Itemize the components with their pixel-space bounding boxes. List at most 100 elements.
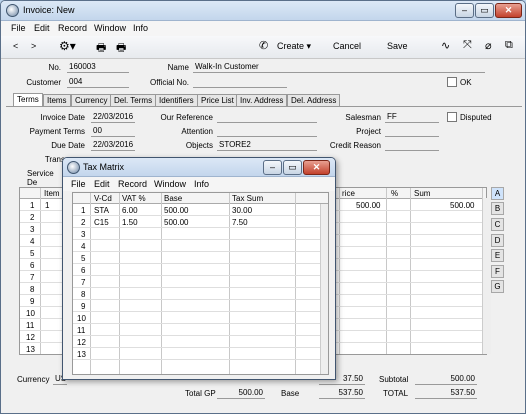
activity-icon[interactable]: ∿ <box>441 39 450 52</box>
grid-scrollbar[interactable] <box>482 198 491 354</box>
tab-terms[interactable]: Terms <box>13 93 43 107</box>
salesman-field[interactable]: FF <box>385 111 439 123</box>
grid-cell-item[interactable]: 1 <box>45 201 49 210</box>
tax-matrix-row-number: 4 <box>81 242 86 251</box>
tax-matrix-window: Tax Matrix – ▭ ✕ File Edit Record Window… <box>62 157 336 380</box>
no-field[interactable]: 160003 <box>67 61 129 73</box>
tax-matrix-cell-vat[interactable]: 1.50 <box>122 218 138 227</box>
grid-header-sum: Sum <box>414 189 431 198</box>
tax-matrix-title-bar: Tax Matrix – ▭ ✕ <box>63 158 335 177</box>
print-preview-icon[interactable]: 🖶 <box>116 39 126 58</box>
disputed-checkbox[interactable] <box>447 112 457 122</box>
grid-row-number: 13 <box>26 345 35 354</box>
salesman-label: Salesman <box>345 113 381 122</box>
close-button[interactable]: ✕ <box>495 3 522 18</box>
tax-matrix-cell-vcd[interactable]: C15 <box>94 218 109 227</box>
attachment-icon[interactable]: ⌀ <box>485 39 492 52</box>
save-button[interactable]: Save <box>387 41 408 51</box>
title-bar: Invoice: New – ▭ ✕ <box>1 1 525 21</box>
project-field[interactable] <box>385 125 439 137</box>
our-reference-field[interactable] <box>217 111 317 123</box>
ok-checkbox[interactable] <box>447 77 457 87</box>
tax-matrix-menu-window[interactable]: Window <box>154 179 186 189</box>
prev-record-button[interactable]: < <box>13 41 18 51</box>
grid-row-number: 11 <box>26 321 35 330</box>
cancel-button[interactable]: Cancel <box>333 41 361 51</box>
invoice-date-field[interactable]: 22/03/2016 <box>91 111 135 123</box>
credit-reason-label: Credit Reason <box>329 141 381 150</box>
customer-field[interactable]: 004 <box>67 76 129 88</box>
next-record-button[interactable]: > <box>31 41 36 51</box>
tax-matrix-menu-file[interactable]: File <box>71 179 86 189</box>
side-tab-g[interactable]: G <box>491 280 504 293</box>
service-label: Service De <box>27 169 54 187</box>
tax-matrix-minimize-button[interactable]: – <box>263 160 282 175</box>
due-date-field[interactable]: 22/03/2016 <box>91 139 135 151</box>
currency-label: Currency <box>17 375 50 384</box>
grid-row-number: 2 <box>30 213 35 222</box>
credit-reason-field[interactable] <box>385 139 439 151</box>
tax-matrix-cell-tax-sum[interactable]: 30.00 <box>232 206 252 215</box>
menu-edit[interactable]: Edit <box>34 23 50 33</box>
tax-matrix-header: V-Cd VAT % Base Tax Sum <box>73 193 328 204</box>
tax-matrix-cell-vat[interactable]: 6.00 <box>122 206 138 215</box>
objects-field[interactable]: STORE2 <box>217 139 317 151</box>
tax-matrix-row-number: 7 <box>81 278 86 287</box>
side-tab-e[interactable]: E <box>491 249 504 262</box>
resize-icon[interactable]: ⤧ <box>463 39 472 52</box>
attention-label: Attention <box>181 127 213 136</box>
tax-matrix-cell-tax-sum[interactable]: 7.50 <box>232 218 248 227</box>
tax-matrix-cell-base[interactable]: 500.00 <box>164 206 188 215</box>
side-tab-d[interactable]: D <box>491 234 504 247</box>
tax-matrix-menu-info[interactable]: Info <box>194 179 209 189</box>
tax-matrix-scrollbar[interactable] <box>320 204 328 374</box>
tax-matrix-menu-record[interactable]: Record <box>118 179 147 189</box>
grid-header-price: rice <box>342 189 355 198</box>
menu-info[interactable]: Info <box>133 23 148 33</box>
our-reference-label: Our Reference <box>160 113 213 122</box>
objects-label: Objects <box>185 141 213 150</box>
grid-row-number: 8 <box>30 285 35 294</box>
create-button[interactable]: Create ▾ <box>277 41 311 52</box>
tax-matrix-row-number: 6 <box>81 266 86 275</box>
tax-matrix-header-base: Base <box>164 194 183 203</box>
tax-matrix-maximize-button[interactable]: ▭ <box>283 160 302 175</box>
tax-matrix-menu-edit[interactable]: Edit <box>94 179 110 189</box>
menu-record[interactable]: Record <box>58 23 87 33</box>
menu-window[interactable]: Window <box>94 23 126 33</box>
tax-matrix-cell-base[interactable]: 500.00 <box>164 218 188 227</box>
grid-cell-price[interactable]: 500.00 <box>356 201 380 210</box>
grid-cell-sum[interactable]: 500.00 <box>450 201 474 210</box>
tax-matrix-close-button[interactable]: ✕ <box>303 160 330 175</box>
total-gp-label: Total GP <box>185 389 216 398</box>
payment-terms-field[interactable]: 00 <box>91 125 135 137</box>
side-tab-a[interactable]: A <box>491 187 504 200</box>
ok-label: OK <box>460 78 472 87</box>
minimize-button[interactable]: – <box>455 3 474 18</box>
side-tab-b[interactable]: B <box>491 202 504 215</box>
name-field[interactable]: Walk-In Customer <box>193 61 485 73</box>
official-no-field[interactable] <box>193 76 287 88</box>
side-tab-c[interactable]: C <box>491 218 504 231</box>
maximize-button[interactable]: ▭ <box>475 3 494 18</box>
print-icon[interactable]: 🖶 <box>96 39 106 58</box>
total-field: 537.50 <box>415 387 477 399</box>
tax-matrix-row-line <box>73 251 328 252</box>
tax-matrix-grid: V-Cd VAT % Base Tax Sum 1 2 3 4 5 6 7 8 … <box>72 192 329 375</box>
grid-row-number: 4 <box>30 237 35 246</box>
tax-matrix-row-number: 5 <box>81 254 86 263</box>
tax-matrix-row-number: 11 <box>77 326 86 335</box>
side-tab-f[interactable]: F <box>491 265 504 278</box>
tax-matrix-row-line <box>73 275 328 276</box>
official-no-label: Official No. <box>150 78 189 87</box>
link-icon[interactable]: ⧉ <box>505 39 513 52</box>
tax-matrix-row-line <box>73 215 328 216</box>
subtotal-label: Subtotal <box>379 375 409 384</box>
phone-icon[interactable]: ✆ <box>259 39 268 52</box>
gear-icon[interactable]: ⚙▾ <box>59 39 76 53</box>
tax-matrix-header-tax-sum: Tax Sum <box>232 194 264 203</box>
menu-file[interactable]: File <box>11 23 26 33</box>
tax-matrix-cell-vcd[interactable]: STA <box>94 206 109 215</box>
app-icon <box>6 4 19 17</box>
attention-field[interactable] <box>217 125 317 137</box>
